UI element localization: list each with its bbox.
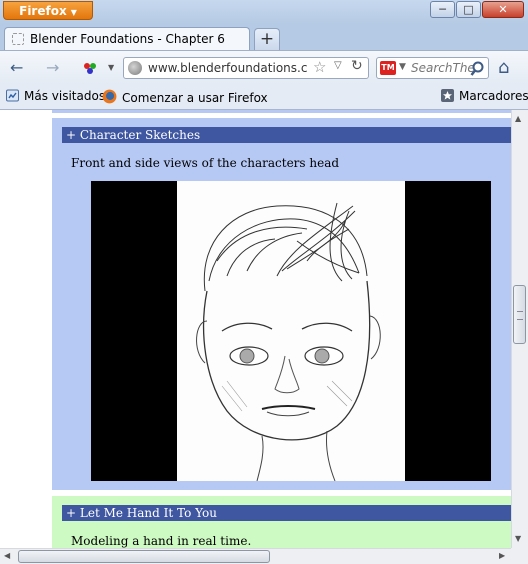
url-text[interactable]: www.blenderfoundations.com [148,61,308,75]
magnifier-icon[interactable] [470,61,484,77]
history-dropdown-icon[interactable]: ▼ [108,63,114,72]
page-favicon-icon [12,33,24,45]
scroll-right-icon[interactable]: ▶ [499,551,505,560]
section-character-sketches: + Character Sketches Front and side view… [52,118,511,490]
horizontal-scrollbar[interactable]: ◀ ▶ [0,548,511,564]
bookmarks-menu-button[interactable]: Marcadores [441,89,528,103]
tab-label: Blender Foundations - Chapter 6 [30,32,225,46]
bookmark-label: Comenzar a usar Firefox [122,91,268,105]
back-arrow-icon[interactable]: ← [10,58,23,77]
bookmark-label: Más visitados [24,89,106,103]
search-engine-dropdown-icon[interactable]: ▼ [399,62,406,72]
reload-icon[interactable]: ↻ [351,58,363,74]
navigation-bar: ← → ▼ www.blenderfoundations.com ☆ ▽ ↻ T… [0,50,528,84]
history-dots-icon[interactable] [82,60,98,76]
new-tab-button[interactable]: + [254,28,280,50]
search-bar[interactable]: TM ▼ SearchThe [376,57,489,79]
home-icon[interactable]: ⌂ [498,57,509,78]
section-header[interactable]: + Let Me Hand It To You [62,505,511,521]
title-bar: Firefox ▼ ─ □ ✕ [0,0,528,24]
vertical-scroll-thumb[interactable] [513,285,526,344]
maximize-button[interactable]: □ [456,1,481,18]
url-dropdown-icon[interactable]: ▽ [334,60,342,71]
section-description: Modeling a hand in real time. [71,534,252,548]
search-input[interactable]: SearchThe [411,61,475,75]
firefox-menu-label: Firefox [19,4,67,18]
tab-blender-foundations[interactable]: Blender Foundations - Chapter 6 [4,27,250,50]
browser-window: Firefox ▼ ─ □ ✕ Blender Foundations - Cha… [0,0,528,564]
section-description: Front and side views of the characters h… [71,156,340,170]
firefox-logo-icon [102,89,117,104]
scroll-left-icon[interactable]: ◀ [4,551,10,560]
forward-arrow-icon[interactable]: → [46,58,59,77]
minimize-button[interactable]: ─ [430,1,455,18]
section-header[interactable]: + Character Sketches [62,127,511,143]
window-controls: ─ □ ✕ [429,1,524,18]
firefox-menu-button[interactable]: Firefox ▼ [3,1,93,20]
close-button[interactable]: ✕ [482,1,524,18]
tab-bar: Blender Foundations - Chapter 6 + [0,24,528,50]
bookmark-most-visited[interactable]: Más visitados [6,89,105,103]
bookmark-folder-icon [6,89,19,102]
bookmarks-star-icon [441,89,454,102]
url-bar[interactable]: www.blenderfoundations.com ☆ ▽ ↻ [123,57,369,79]
star-icon[interactable]: ☆ [313,58,326,76]
scrollbar-corner [511,548,528,564]
scroll-up-icon[interactable]: ▲ [515,114,521,123]
scroll-down-icon[interactable]: ▼ [515,534,521,543]
scroll-grip-icon [517,311,523,320]
bookmarks-menu-label: Marcadores [459,89,528,103]
section-divider [52,110,511,113]
vertical-scrollbar[interactable]: ▲ ▼ [511,110,528,548]
head-sketch-image [177,181,405,481]
search-engine-icon[interactable]: TM [380,61,396,75]
sketch-video-frame[interactable] [91,181,491,481]
horizontal-scroll-thumb[interactable] [18,550,270,563]
section-hand-modeling: + Let Me Hand It To You Modeling a hand … [52,496,511,548]
chevron-down-icon: ▼ [70,8,77,17]
bookmarks-toolbar: Más visitados Comenzar a usar Firefox Ma… [0,84,528,110]
bookmark-getting-started[interactable]: Comenzar a usar Firefox [102,89,268,105]
page-content: + Character Sketches Front and side view… [0,110,511,548]
globe-icon [128,61,142,75]
